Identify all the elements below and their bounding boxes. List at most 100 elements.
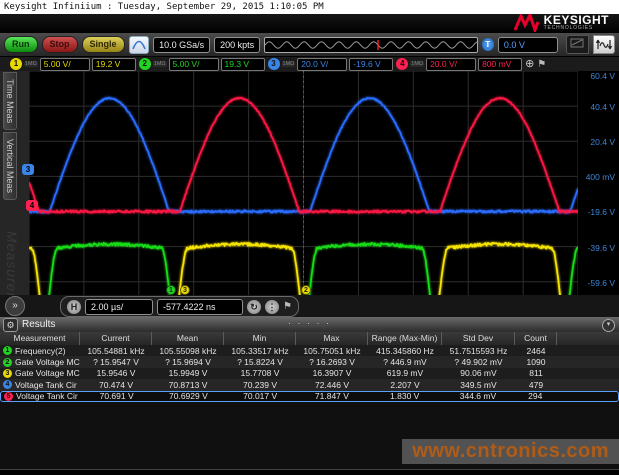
- channel-2-scale-field[interactable]: 5.00 V/: [169, 58, 219, 71]
- touch-curve-button[interactable]: [129, 36, 150, 54]
- results-title: Results: [22, 319, 55, 330]
- column-header[interactable]: Current: [80, 332, 152, 345]
- gear-icon[interactable]: ⚙: [3, 318, 18, 332]
- measurement-value: ? 49.902 mV: [442, 357, 515, 367]
- channel-1-coupling: 1MΩ: [24, 61, 38, 67]
- channel-4-offset-field[interactable]: 800 mV: [478, 58, 522, 71]
- measurement-value: 70.474 V: [80, 380, 152, 390]
- expand-button[interactable]: »: [5, 296, 25, 316]
- grid-mode-button[interactable]: ⋮: [265, 300, 279, 314]
- measurement-name-cell: 4Voltage Tank Cir: [0, 380, 80, 390]
- y-axis-label: 400 mV: [586, 172, 615, 182]
- stop-button[interactable]: Stop: [42, 36, 78, 53]
- measurement-value: 2464: [515, 346, 557, 356]
- channel-1-badge[interactable]: 1: [10, 58, 22, 70]
- channel-1-offset-field[interactable]: 19.2 V: [92, 58, 136, 71]
- site-watermark: www.cntronics.com: [402, 439, 619, 464]
- timebase-position-field[interactable]: -577.4222 ns: [157, 299, 243, 315]
- measurement-value: 72.446 V: [296, 380, 368, 390]
- channel-2-badge[interactable]: 2: [139, 58, 151, 70]
- column-header[interactable]: Count: [515, 332, 557, 345]
- zoom-mode-button[interactable]: ↻: [247, 300, 261, 314]
- measurement-value: 1.830 V: [368, 391, 442, 401]
- column-header[interactable]: Min: [224, 332, 296, 345]
- oscilloscope-app: Keysight Infiniium : Tuesday, September …: [0, 0, 619, 475]
- measurement-value: 70.691 V: [81, 391, 153, 401]
- channel-4-group: 41MΩ20.0 V/800 mV: [396, 58, 522, 71]
- channel-3-offset-field[interactable]: -19.6 V: [349, 58, 393, 71]
- acquisition-preview-strip[interactable]: [264, 37, 478, 53]
- collapse-button[interactable]: ▾: [602, 319, 615, 332]
- measurement-name: Gate Voltage MC: [15, 368, 80, 378]
- table-row[interactable]: 5Voltage Tank Cir70.691 V70.6929 V70.017…: [0, 391, 619, 402]
- channel-1-scale-field[interactable]: 5.00 V/: [40, 58, 90, 71]
- column-header[interactable]: Range (Max-Min): [368, 332, 442, 345]
- table-row[interactable]: 1Frequency(2)105.54881 kHz105.55098 kHz1…: [0, 345, 619, 356]
- measurement-value: 2.207 V: [368, 380, 442, 390]
- channel-4-scale-field[interactable]: 20.0 V/: [426, 58, 476, 71]
- measurement-marker[interactable]: 1: [166, 285, 176, 295]
- channel-2-coupling: 1MΩ: [153, 61, 167, 67]
- channel-2-group: 21MΩ5.00 V/19.3 V: [139, 58, 265, 71]
- measurement-value: 1090: [515, 357, 557, 367]
- channel-3-coupling: 1MΩ: [282, 61, 296, 67]
- measurement-value: ? 16.2693 V: [296, 357, 368, 367]
- y-axis-label: 40.4 V: [590, 102, 615, 112]
- column-header[interactable]: Max: [296, 332, 368, 345]
- measurement-value: 70.8713 V: [152, 380, 224, 390]
- pin-icon[interactable]: ⚑: [283, 301, 292, 312]
- results-header[interactable]: ⚙ Results · · · · · ▾: [0, 317, 619, 332]
- waveform-tools-button[interactable]: [593, 35, 615, 54]
- results-column-headers: MeasurementCurrentMeanMinMaxRange (Max-M…: [0, 332, 619, 345]
- drag-grip-icon[interactable]: · · · · ·: [288, 318, 331, 328]
- trigger-level-field[interactable]: 0.0 V: [498, 37, 558, 53]
- channel-4-coupling: 1MΩ: [410, 61, 424, 67]
- measurement-value: 479: [515, 380, 557, 390]
- measurement-name-cell: 1Frequency(2): [0, 346, 80, 356]
- measurement-marker[interactable]: 2: [301, 285, 311, 295]
- sample-rate-field[interactable]: 10.0 GSa/s: [153, 37, 210, 53]
- horizontal-icon[interactable]: H: [67, 300, 81, 314]
- channel-3-scale-field[interactable]: 20.0 V/: [297, 58, 347, 71]
- single-button[interactable]: Single: [82, 36, 125, 53]
- y-axis-label: -19.6 V: [588, 207, 615, 217]
- measurement-marker[interactable]: 3: [180, 285, 190, 295]
- measurement-value: 71.847 V: [296, 391, 368, 401]
- channel-1-group: 11MΩ5.00 V/19.2 V: [10, 58, 136, 71]
- y-axis-label: 20.4 V: [590, 137, 615, 147]
- tab-time-meas[interactable]: Time Meas: [3, 72, 17, 130]
- tab-vertical-meas[interactable]: Vertical Meas: [3, 132, 17, 200]
- display-mode-button[interactable]: [566, 35, 588, 54]
- column-header[interactable]: [557, 332, 619, 345]
- run-button[interactable]: Run: [4, 36, 38, 53]
- measurement-value: 15.9949 V: [152, 368, 224, 378]
- channel-2-offset-field[interactable]: 19.3 V: [221, 58, 265, 71]
- table-row[interactable]: 4Voltage Tank Cir70.474 V70.8713 V70.239…: [0, 379, 619, 390]
- channel-4-ground-marker[interactable]: 4: [26, 200, 38, 211]
- results-bottom-strip: [0, 469, 619, 475]
- channel-3-badge[interactable]: 3: [268, 58, 280, 70]
- pin-icon[interactable]: ⚑: [537, 59, 546, 70]
- logo-bar: KEYSIGHT TECHNOLOGIES: [0, 14, 619, 33]
- timebase-controls: H 2.00 µs/ -577.4222 ns ↻ ⋮ ⚑: [60, 296, 299, 317]
- measurement-value: 90.06 mV: [442, 368, 515, 378]
- timebase-scale-field[interactable]: 2.00 µs/: [85, 299, 153, 315]
- table-row[interactable]: 3Gate Voltage MC15.9546 V15.9949 V15.770…: [0, 368, 619, 379]
- table-row[interactable]: 2Gate Voltage MC? 15.9547 V? 15.9694 V? …: [0, 356, 619, 367]
- trigger-source-icon[interactable]: T: [482, 38, 494, 51]
- logo-brand: KEYSIGHT: [544, 15, 609, 25]
- channel-3-group: 31MΩ20.0 V/-19.6 V: [268, 58, 394, 71]
- column-header[interactable]: Mean: [152, 332, 224, 345]
- measurement-value: ? 15.8224 V: [224, 357, 296, 367]
- memory-depth-field[interactable]: 200 kpts: [214, 37, 260, 53]
- measurement-value: 51.7515593 Hz: [442, 346, 515, 356]
- column-header[interactable]: Measurement: [0, 332, 80, 345]
- channel-4-badge[interactable]: 4: [396, 58, 408, 70]
- measurement-value: 15.9546 V: [80, 368, 152, 378]
- measurement-value: ? 446.9 mV: [368, 357, 442, 367]
- measurement-value: 344.6 mV: [442, 391, 515, 401]
- column-header[interactable]: Std Dev: [442, 332, 515, 345]
- add-measurement-button[interactable]: ⊕: [525, 58, 534, 70]
- channel-3-ground-marker[interactable]: 3: [22, 164, 34, 175]
- measurement-name-cell: 2Gate Voltage MC: [0, 357, 80, 367]
